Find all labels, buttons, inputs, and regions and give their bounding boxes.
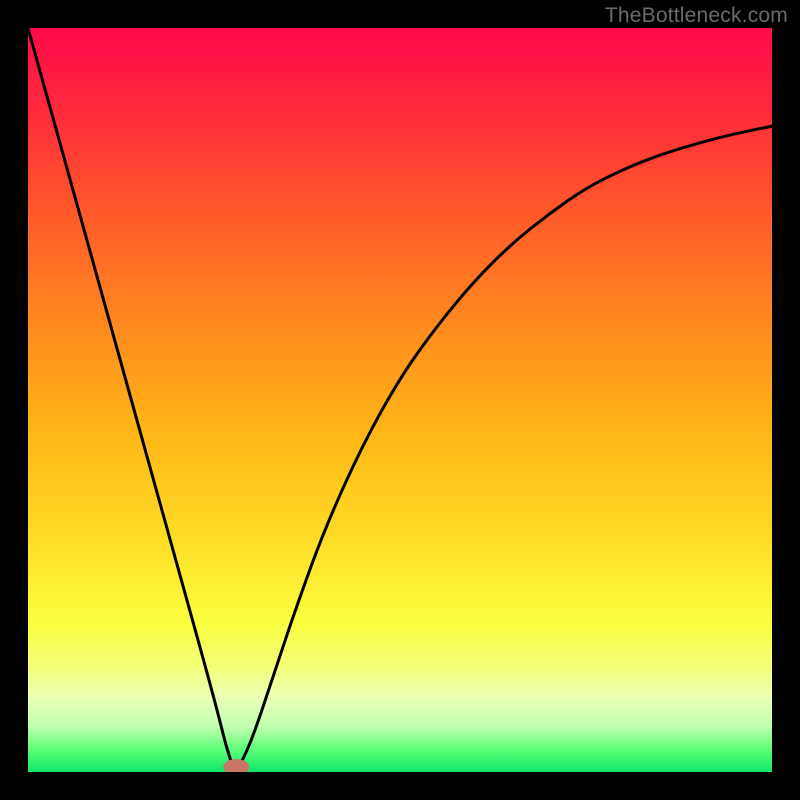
chart-frame: TheBottleneck.com bbox=[0, 0, 800, 800]
bottleneck-curve bbox=[28, 28, 772, 767]
curve-layer bbox=[28, 28, 772, 772]
curve-path bbox=[28, 28, 772, 767]
minimum-marker bbox=[223, 759, 249, 772]
plot-area bbox=[28, 28, 772, 772]
attribution-label: TheBottleneck.com bbox=[605, 4, 788, 28]
